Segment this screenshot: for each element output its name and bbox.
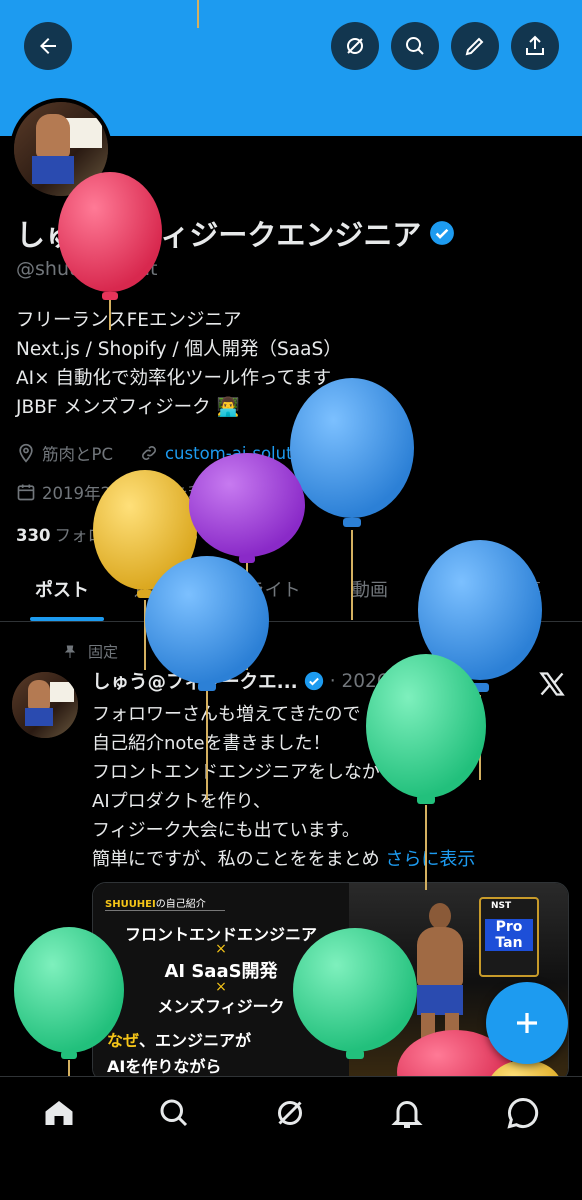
post-line-last: 簡単にですが、私のことををまとめ さらに表示 [92, 845, 475, 874]
card-why-rest: 、エンジニアが [139, 1031, 252, 1050]
post-author-name[interactable]: しゅう@フィジークエ... [92, 668, 298, 694]
grok-icon [347, 38, 363, 54]
nav-messages[interactable] [505, 1095, 541, 1131]
card-why-line: なぜ、エンジニアが [107, 1027, 251, 1051]
pinned-label: 固定 [62, 641, 118, 662]
nav-notifications[interactable] [389, 1095, 425, 1131]
bio-line: フリーランスFEエンジニア [16, 310, 242, 331]
tab-replies[interactable]: 返信 [134, 576, 170, 602]
athlete-figure [409, 903, 469, 1081]
verified-badge-icon [304, 671, 323, 691]
search-button[interactable] [391, 22, 439, 70]
post-header: しゅう@フィジークエ... · 2026/06/1 [92, 668, 436, 694]
back-button[interactable] [24, 22, 72, 70]
tab-highlights[interactable]: ハイライト [211, 576, 301, 602]
sign-text: Pro Tan [485, 919, 533, 951]
location-icon [19, 443, 33, 463]
nav-search[interactable] [156, 1095, 192, 1131]
card-why-line-2: AIを作りながら [107, 1057, 222, 1076]
card-tag-name: SHUUHEI [105, 899, 156, 910]
chevron-right-icon: › [309, 482, 322, 502]
post-date: · 2026/06/1 [329, 670, 437, 692]
tab-images[interactable]: 画像 [428, 576, 464, 602]
joined-text: 2019年2月からXを利用しています [42, 484, 304, 503]
card-tag: SHUUHEIの自己紹介 [105, 895, 206, 910]
following-count: 330 [16, 526, 51, 545]
arrow-left-icon [40, 38, 56, 54]
home-icon [45, 1101, 73, 1125]
display-name: しゅう@フィジークエンジニア [16, 212, 455, 254]
website-link[interactable]: custom-ai-solution-center.jp [165, 444, 396, 463]
card-headline-3: メンズフィジーク [157, 997, 285, 1016]
profile-bio: フリーランスFEエンジニア Next.js / Shopify / 個人開発（S… [16, 306, 342, 422]
nav-home[interactable] [41, 1095, 77, 1131]
card-text-panel: SHUUHEIの自己紹介 フロントエンドエンジニア × AI SaaS開発 × … [93, 883, 349, 1081]
display-name-text: しゅう@フィジークエンジニア [16, 218, 422, 252]
profile-tabs: ポスト 返信 ハイライト 動画 画像 記事 [0, 562, 582, 622]
messages-icon [507, 1097, 539, 1129]
following-link[interactable]: 330 フォロー中 [16, 526, 137, 545]
card-cross: × [215, 941, 227, 957]
card-why-em: なぜ [107, 1031, 140, 1050]
share-icon [526, 35, 544, 55]
post-line: 自己紹介noteを書きました！ [92, 733, 331, 754]
joined-row[interactable]: 2019年2月からXを利用しています › [16, 480, 321, 504]
bio-line: JBBF メンズフィジーク 👨‍💻 [16, 397, 240, 418]
calendar-icon [17, 484, 35, 501]
post-line: フロントエンドエンジニアをしながら、 [92, 762, 416, 783]
tab-articles[interactable]: 記事 [505, 576, 541, 602]
post-line: フィジーク大会にも出ています。 [92, 820, 360, 841]
card-divider [105, 910, 225, 911]
edit-icon [465, 37, 484, 56]
post-line: AIプロダクトを作り、 [92, 791, 271, 812]
bio-line: Next.js / Shopify / 個人開発（SaaS） [16, 339, 342, 360]
search-icon [406, 37, 424, 55]
share-button[interactable] [511, 22, 559, 70]
pin-icon [64, 645, 76, 658]
tab-videos[interactable]: 動画 [352, 576, 388, 602]
notifications-icon [391, 1101, 423, 1128]
followers-count: 438 [163, 526, 198, 545]
grok-icon [278, 1101, 302, 1125]
profile-handle: @shuuworkout [16, 258, 158, 280]
location-text: 筋肉とPC [42, 445, 113, 464]
post-line: フォロワーさんも増えてきたので [92, 704, 361, 725]
search-icon [160, 1099, 188, 1127]
sign-top-text: NST [491, 901, 512, 911]
nav-grok[interactable] [272, 1095, 308, 1131]
pinned-text: 固定 [88, 643, 119, 661]
post-line: 簡単にですが、私のことををまとめ [92, 849, 380, 870]
compose-post-button[interactable] [486, 982, 568, 1064]
active-tab-indicator [30, 617, 104, 621]
x-logo-icon[interactable] [538, 670, 566, 698]
bio-line: AI× 自動化で効率化ツール作ってます [16, 368, 332, 389]
link-icon [142, 446, 156, 460]
post-date-value: 2026/06/1 [341, 670, 437, 692]
post-author-avatar[interactable] [12, 672, 78, 738]
card-tag-suffix: の自己紹介 [155, 899, 206, 910]
follow-counts: 330 フォロー中 438 フォロワー [16, 522, 284, 546]
bottom-navigation [0, 1076, 582, 1200]
grok-button[interactable] [331, 22, 379, 70]
profile-meta-row: 筋肉とPC custom-ai-solution-center.jp [16, 441, 396, 465]
tab-posts[interactable]: ポスト [35, 576, 89, 602]
plus-icon [517, 1013, 537, 1033]
post-body[interactable]: フォロワーさんも増えてきたので 自己紹介noteを書きました！ フロントエンドエ… [92, 700, 475, 874]
profile-avatar[interactable] [10, 98, 112, 200]
edit-button[interactable] [451, 22, 499, 70]
verified-badge-icon[interactable] [429, 220, 455, 246]
show-more-link[interactable]: さらに表示 [385, 849, 475, 870]
followers-link[interactable]: 438 フォロワー [163, 526, 284, 545]
followers-label: フォロワー [201, 526, 285, 545]
following-label: フォロー中 [54, 526, 137, 545]
sponsor-sign: NST Pro Tan [479, 897, 539, 977]
